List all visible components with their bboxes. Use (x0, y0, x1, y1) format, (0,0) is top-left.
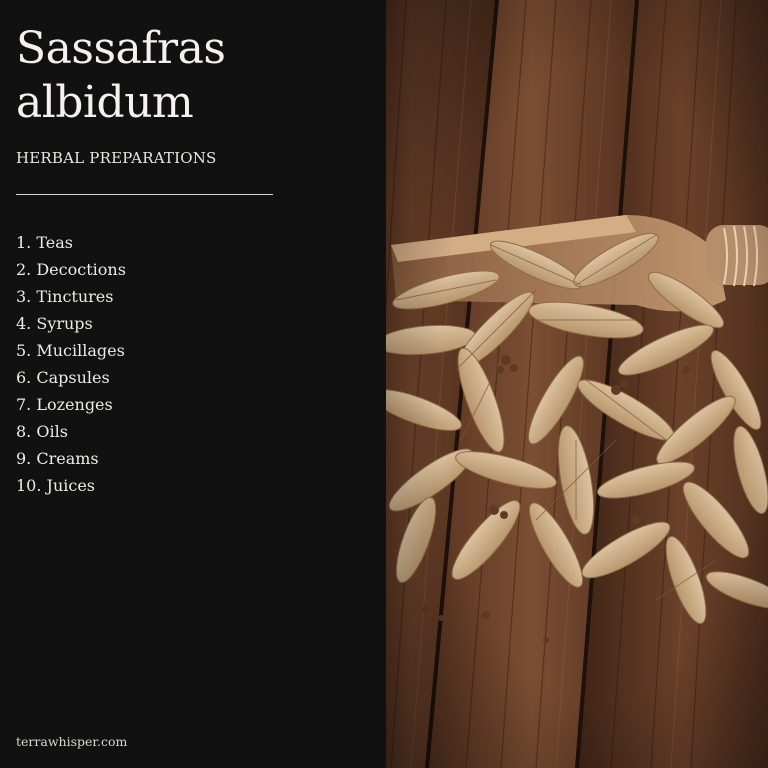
divider (16, 194, 273, 195)
infographic-card: Sassafras albidum HERBAL PREPARATIONS 1.… (0, 0, 768, 768)
text-panel: Sassafras albidum HERBAL PREPARATIONS 1.… (0, 0, 386, 768)
section-subtitle: HERBAL PREPARATIONS (16, 149, 217, 167)
preparations-list: 1. Teas 2. Decoctions 3. Tinctures 4. Sy… (16, 229, 126, 499)
list-item: 3. Tinctures (16, 287, 114, 306)
list-item: 4. Syrups (16, 314, 93, 333)
list-item: 9. Creams (16, 449, 99, 468)
list-item: 2. Decoctions (16, 260, 126, 279)
plant-name-genus: Sassafras (16, 23, 226, 74)
list-item: 7. Lozenges (16, 395, 113, 414)
list-item: 8. Oils (16, 422, 68, 441)
list-item: 1. Teas (16, 233, 73, 252)
list-item: 5. Mucillages (16, 341, 125, 360)
plant-name: Sassafras albidum (16, 22, 366, 130)
dried-leaves-photo (386, 0, 768, 768)
list-item: 6. Capsules (16, 368, 110, 387)
plant-name-species: albidum (16, 77, 194, 128)
photo-illustration (386, 0, 768, 768)
list-item: 10. Juices (16, 476, 96, 495)
site-url: terrawhisper.com (16, 734, 128, 749)
